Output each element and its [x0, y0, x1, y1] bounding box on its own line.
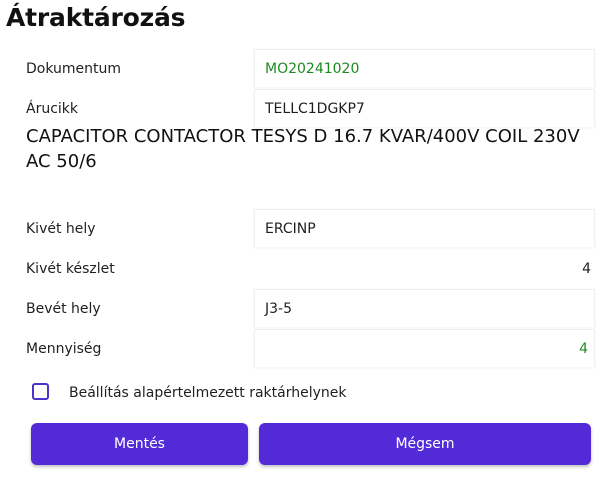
quantity-label: Mennyiség [26, 341, 102, 357]
source-location-field[interactable]: ERCINP [254, 209, 595, 247]
default-location-checkbox-label[interactable]: Beállítás alapértelmezett raktárhelynek [69, 385, 347, 401]
item-code-label: Árucikk [26, 101, 79, 117]
item-description: CAPACITOR CONTACTOR TESYS D 16.7 KVAR/40… [26, 126, 580, 172]
item-code-field[interactable]: TELLC1DGKP7 [254, 89, 595, 127]
source-location-label: Kivét hely [26, 221, 96, 237]
page-title: Átraktározás [6, 3, 186, 32]
quantity-field[interactable]: 4 [254, 329, 595, 367]
target-location-field[interactable]: J3-5 [254, 289, 595, 327]
document-label: Dokumentum [26, 61, 122, 77]
source-stock-label: Kivét készlet [26, 261, 115, 277]
document-field[interactable]: MO20241020 [254, 49, 595, 87]
target-location-label: Bevét hely [26, 301, 101, 317]
source-stock-value: 4 [582, 261, 591, 277]
default-location-checkbox[interactable] [32, 383, 49, 400]
cancel-button[interactable]: Mégsem [259, 423, 591, 465]
save-button[interactable]: Mentés [31, 423, 248, 465]
